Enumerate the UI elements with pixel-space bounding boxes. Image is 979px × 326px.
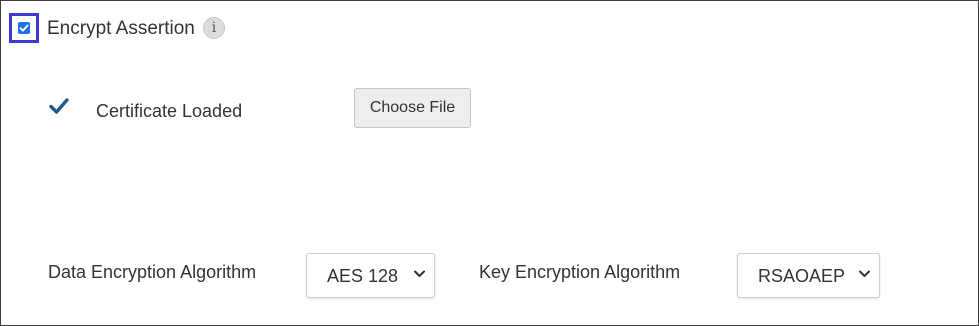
encryption-settings-panel: Encrypt Assertion i Certificate Loaded C… <box>0 0 979 326</box>
chevron-down-icon <box>859 270 870 277</box>
encrypt-assertion-checkbox[interactable] <box>9 13 39 43</box>
data-encryption-algorithm-value: AES 128 <box>327 266 399 286</box>
encrypt-assertion-label[interactable]: Encrypt Assertion <box>47 17 195 41</box>
choose-file-button[interactable]: Choose File <box>354 88 471 128</box>
key-encryption-algorithm-select[interactable]: RSAOAEP <box>737 253 880 298</box>
data-encryption-algorithm-label: Data Encryption Algorithm <box>48 262 257 282</box>
key-encryption-algorithm-label: Key Encryption Algorithm <box>479 262 681 282</box>
info-icon[interactable]: i <box>203 17 225 39</box>
certificate-status-label: Certificate Loaded <box>96 101 243 121</box>
chevron-down-icon <box>414 270 425 277</box>
key-encryption-algorithm-value: RSAOAEP <box>758 266 846 286</box>
checkbox-checked-icon <box>18 22 30 34</box>
check-icon <box>49 98 69 114</box>
data-encryption-algorithm-select[interactable]: AES 128 <box>306 253 435 298</box>
